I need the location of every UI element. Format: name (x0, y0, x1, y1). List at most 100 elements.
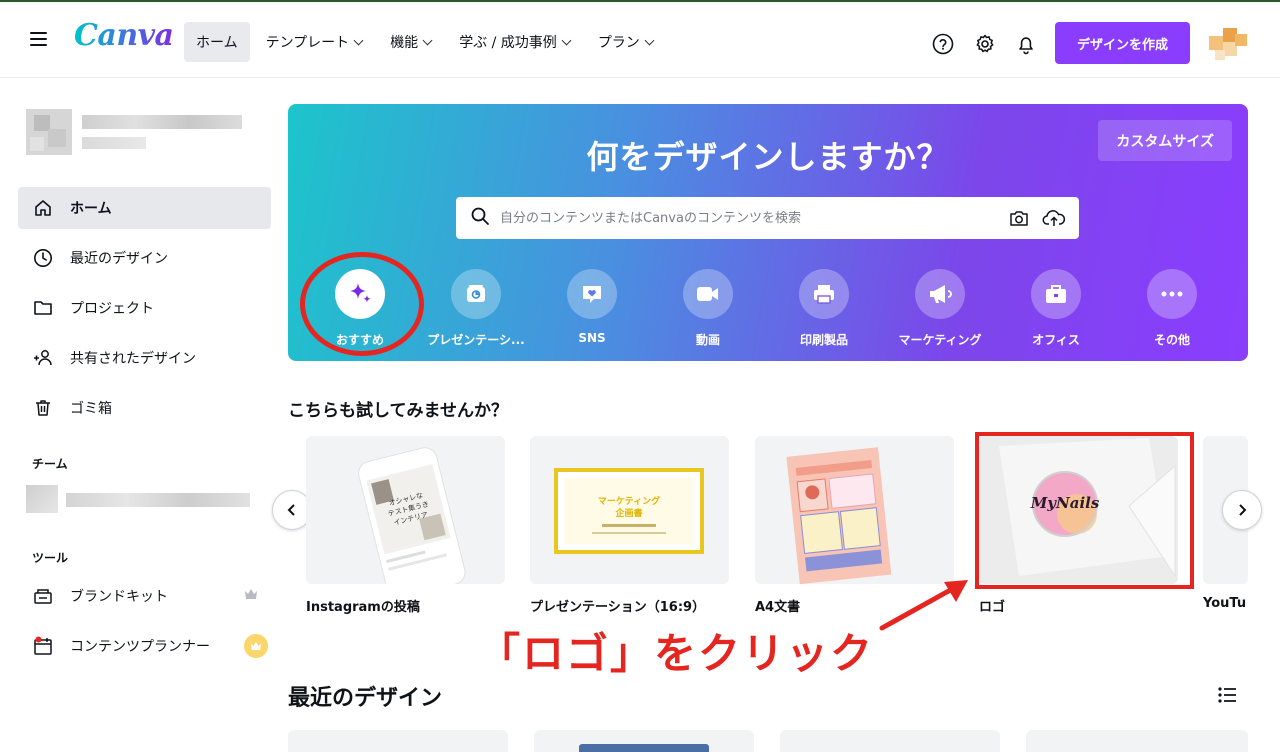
template-card-label: A4文書 (755, 600, 801, 615)
sparkle-icon (335, 269, 385, 319)
sidebar-item-projects[interactable]: プロジェクト (18, 287, 271, 329)
sidebar-item-brand-kit[interactable]: ブランドキット (18, 575, 271, 617)
template-card-a4-document[interactable] (755, 436, 954, 584)
recent-design-card[interactable] (780, 730, 1000, 752)
brand-kit-icon (32, 585, 54, 607)
sidebar-item-recent[interactable]: 最近のデザイン (18, 237, 271, 279)
megaphone-icon (915, 269, 965, 319)
presentation-icon (451, 269, 501, 319)
category-video[interactable]: 動画 (650, 269, 766, 348)
camera-search-icon[interactable] (1008, 208, 1030, 232)
sidebar-item-label: コンテンツプランナー (70, 639, 210, 655)
team-name-blurred[interactable] (66, 493, 250, 507)
sidebar-item-trash[interactable]: ゴミ箱 (18, 387, 271, 429)
carousel-next-button[interactable] (1222, 490, 1262, 530)
printer-icon (799, 269, 849, 319)
presentation-thumbnail: マーケティング 企画書 (554, 468, 704, 554)
sidebar: ホーム 最近のデザイン プロジェクト 共有されたデザイン ゴミ箱 チーム ツール… (0, 79, 290, 752)
category-office[interactable]: オフィス (998, 269, 1114, 348)
category-label: プレゼンテーシ... (427, 333, 525, 347)
category-marketing[interactable]: マーケティング (882, 269, 998, 348)
svg-text:マーケティング: マーケティング (598, 495, 660, 507)
nav-home[interactable]: ホーム (184, 22, 250, 62)
template-card-label: YouTu (1203, 596, 1247, 611)
shared-users-icon (32, 347, 54, 369)
nav-templates-label: テンプレート (265, 35, 350, 51)
category-sns[interactable]: SNS (534, 269, 650, 345)
tools-heading: ツール (32, 551, 69, 565)
settings-gear-icon[interactable] (973, 32, 997, 56)
sidebar-item-label: プロジェクト (70, 301, 154, 317)
search-icon (470, 206, 490, 230)
instagram-thumbnail: オシャレな テスト集うき インテリア (358, 447, 466, 584)
category-label: その他 (1153, 333, 1190, 347)
recent-designs-title: 最近のデザイン (288, 686, 443, 711)
help-icon[interactable] (931, 32, 955, 56)
nav-home-label: ホーム (196, 35, 238, 51)
list-view-icon[interactable] (1217, 686, 1237, 708)
premium-crown-badge-icon (244, 634, 268, 658)
suggestions-title: こちらも試してみませんか？ (288, 401, 508, 421)
video-camera-icon (683, 269, 733, 319)
category-presentation[interactable]: プレゼンテーシ... (418, 269, 534, 348)
svg-text:企画書: 企画書 (614, 507, 642, 519)
create-design-button[interactable]: デザインを作成 (1055, 22, 1190, 64)
crown-icon (244, 588, 258, 604)
category-print[interactable]: 印刷製品 (766, 269, 882, 348)
search-input[interactable] (500, 210, 980, 226)
template-card-label: ロゴ (979, 600, 1006, 615)
nav-features[interactable]: 機能 (378, 22, 443, 62)
top-navigation: Canva ホーム テンプレート 機能 学ぶ / 成功事例 プラン デザインを作… (0, 4, 1280, 78)
nav-plans[interactable]: プラン (586, 22, 665, 62)
chevron-right-icon (1239, 504, 1247, 516)
nav-learn[interactable]: 学ぶ / 成功事例 (447, 22, 582, 62)
avatar[interactable] (1209, 24, 1249, 62)
category-label: おすすめ (335, 333, 384, 347)
sidebar-item-content-planner[interactable]: コンテンツプランナー (18, 625, 271, 667)
nav-plans-label: プラン (597, 35, 640, 51)
clock-icon (32, 247, 54, 269)
recent-design-card[interactable] (288, 730, 508, 752)
sidebar-item-label: ホーム (70, 201, 112, 217)
notification-bell-icon[interactable] (1014, 32, 1038, 56)
nav-templates[interactable]: テンプレート (254, 22, 375, 62)
canva-logo[interactable]: Canva (74, 18, 174, 53)
upload-cloud-icon[interactable] (1042, 208, 1066, 232)
home-icon (32, 197, 54, 219)
chevron-left-icon (287, 504, 295, 516)
recent-design-card[interactable] (534, 730, 754, 752)
team-heading: チーム (32, 457, 68, 471)
svg-text:MyNails: MyNails (1030, 494, 1100, 512)
sidebar-item-home[interactable]: ホーム (18, 187, 271, 229)
nav-features-label: 機能 (390, 35, 419, 51)
recent-design-card[interactable] (1026, 730, 1248, 752)
heart-chat-icon (567, 269, 617, 319)
account-avatar-blurred[interactable] (26, 109, 72, 155)
trash-icon (32, 397, 54, 419)
template-card-label: プレゼンテーション（16:9） (530, 600, 706, 615)
chevron-down-icon (644, 35, 655, 45)
chevron-down-icon (353, 35, 364, 45)
a4-document-thumbnail (786, 447, 892, 584)
template-card-presentation[interactable]: マーケティング 企画書 (530, 436, 729, 584)
template-card-logo[interactable]: MyNails (979, 436, 1178, 584)
category-label: マーケティング (898, 333, 982, 347)
account-name-blurred (82, 115, 242, 129)
custom-size-button[interactable]: カスタムサイズ (1098, 120, 1232, 161)
sidebar-item-label: 最近のデザイン (70, 251, 168, 267)
category-more[interactable]: その他 (1114, 269, 1230, 348)
sidebar-item-label: ゴミ箱 (70, 401, 112, 417)
team-avatar-blurred[interactable] (26, 485, 58, 513)
more-dots-icon (1147, 269, 1197, 319)
logo-thumbnail: MyNails (999, 438, 1176, 578)
template-card-instagram[interactable]: オシャレな テスト集うき インテリア (306, 436, 505, 584)
calendar-icon (32, 635, 54, 657)
folder-icon (32, 297, 54, 319)
category-label: SNS (578, 331, 606, 345)
briefcase-icon (1031, 269, 1081, 319)
category-recommended[interactable]: おすすめ (302, 269, 418, 348)
sidebar-item-shared[interactable]: 共有されたデザイン (18, 337, 271, 379)
menu-icon[interactable] (30, 32, 47, 46)
nav-learn-label: 学ぶ / 成功事例 (459, 35, 557, 51)
main-nav: ホーム テンプレート 機能 学ぶ / 成功事例 プラン (184, 22, 669, 62)
